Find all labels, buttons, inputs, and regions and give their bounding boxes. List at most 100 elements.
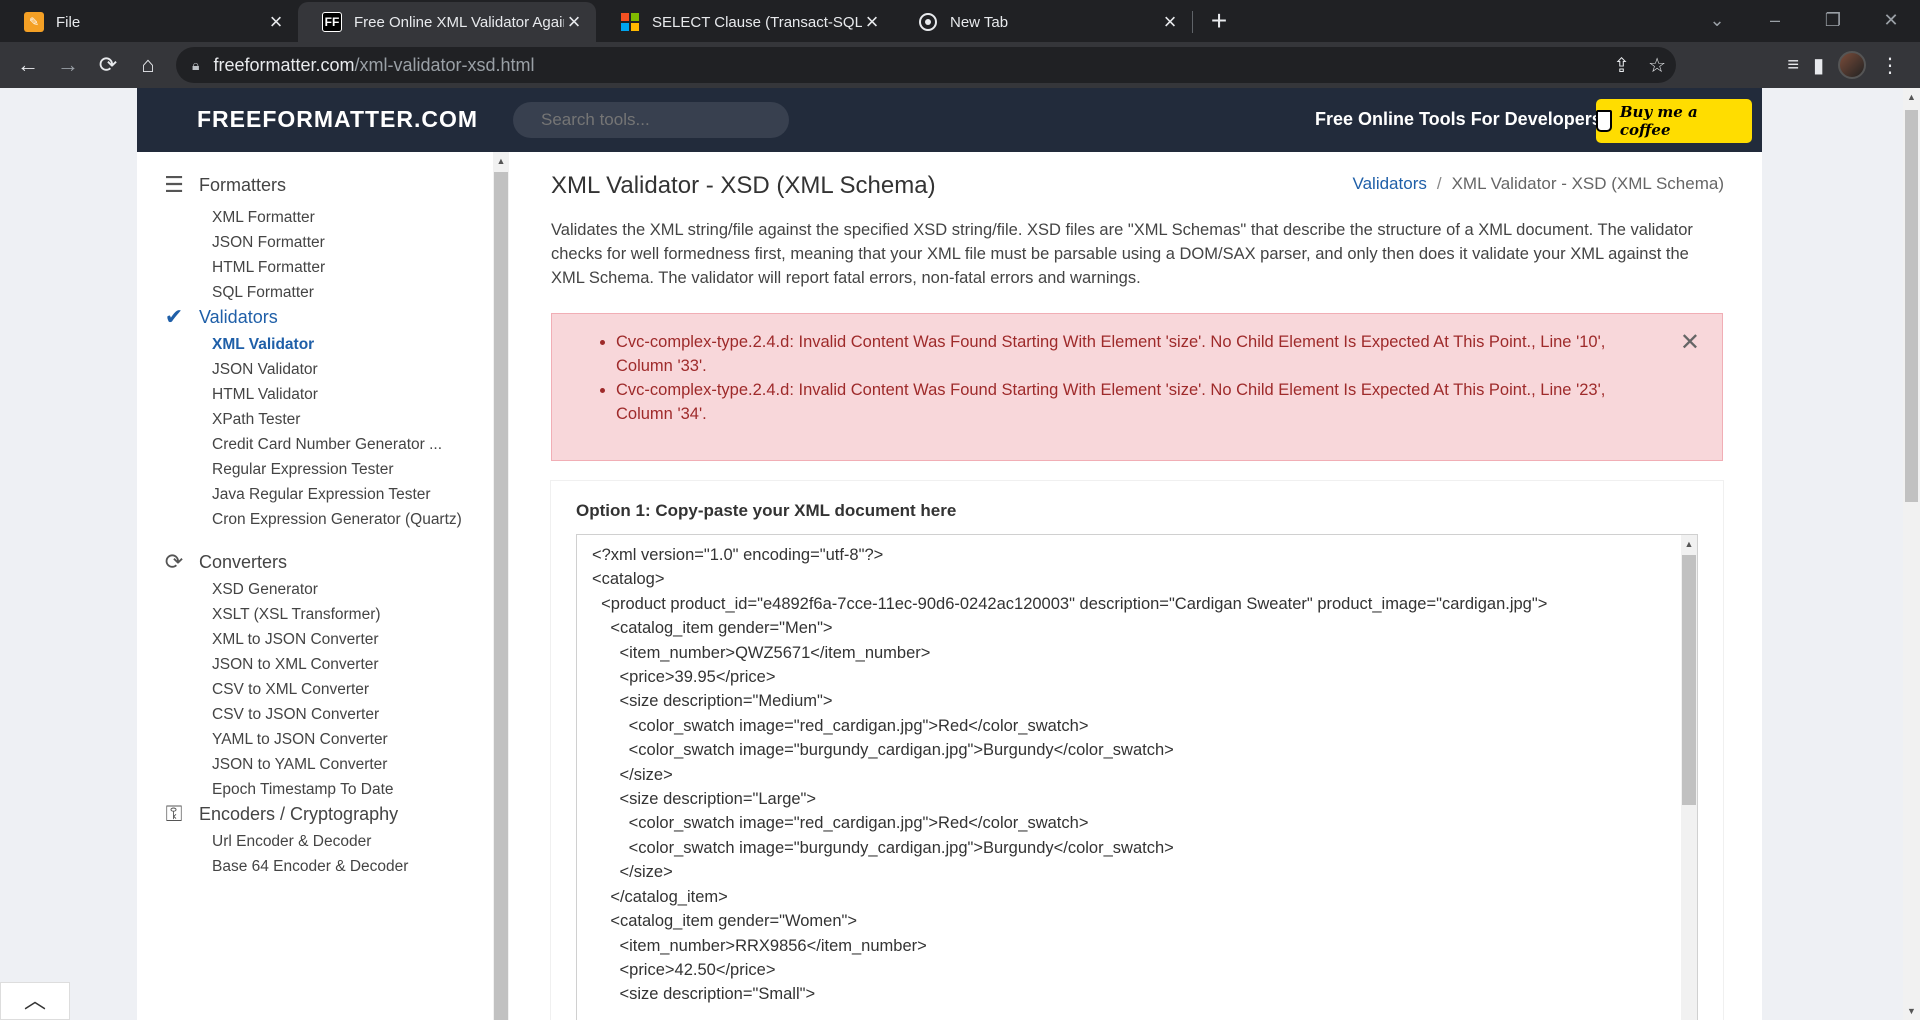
sidebar-section-encoders[interactable]: ⚿ Encoders / Cryptography: [161, 801, 398, 827]
error-message: Cvc-complex-type.2.4.d: Invalid Content …: [616, 330, 1626, 378]
sidebar-item-credit-card-generator[interactable]: Credit Card Number Generator ...: [212, 434, 442, 456]
sidebar-item-url-encoder[interactable]: Url Encoder & Decoder: [212, 831, 371, 853]
toolbar-right: ≡ ▮ ⋮: [1787, 45, 1900, 85]
sidebar-item-html-formatter[interactable]: HTML Formatter: [212, 257, 325, 279]
sidebar-item-xsd-generator[interactable]: XSD Generator: [212, 579, 318, 601]
sidebar-item-csv-to-xml[interactable]: CSV to XML Converter: [212, 679, 369, 701]
xml-input-textarea[interactable]: <?xml version="1.0" encoding="utf-8"?> <…: [576, 534, 1698, 1020]
browser-tab-new-tab[interactable]: New Tab ×: [894, 2, 1192, 42]
sync-icon: ⟳: [164, 549, 184, 574]
list-indent-icon: ☰: [164, 172, 184, 197]
scrollbar-thumb[interactable]: [1682, 555, 1696, 805]
sidebar-item-xpath-tester[interactable]: XPath Tester: [212, 409, 300, 431]
site-header: FREEFORMATTER.COM Free Online Tools For …: [137, 88, 1762, 152]
browser-tab-select-clause[interactable]: SELECT Clause (Transact-SQL) - SQL ×: [596, 2, 894, 42]
url-host: freeformatter.com: [213, 54, 355, 75]
address-bar[interactable]: 🔒︎ freeformatter.com/xml-validator-xsd.h…: [176, 47, 1676, 83]
page-description: Validates the XML string/file against th…: [551, 221, 1693, 287]
sidebar-item-xml-validator[interactable]: XML Validator: [212, 334, 314, 356]
sidebar-item-json-formatter[interactable]: JSON Formatter: [212, 232, 325, 254]
sidebar-section-formatters[interactable]: ☰ Formatters: [161, 172, 286, 198]
key-icon: ⚿: [165, 801, 183, 826]
sidebar-item-xslt[interactable]: XSLT (XSL Transformer): [212, 604, 381, 626]
page-scrollbar[interactable]: ▲ ▼: [1903, 88, 1920, 1020]
validation-error-alert: Cvc-complex-type.2.4.d: Invalid Content …: [551, 313, 1723, 461]
sidebar-item-sql-formatter[interactable]: SQL Formatter: [212, 282, 314, 304]
chrome-icon: [918, 12, 938, 32]
breadcrumb: Validators / XML Validator - XSD (XML Sche…: [1353, 174, 1724, 194]
sidebar-item-java-regex-tester[interactable]: Java Regular Expression Tester: [212, 484, 431, 506]
browser-tab-strip: ✎ File × FF Free Online XML Validator Ag…: [0, 0, 1920, 42]
close-icon[interactable]: ×: [1160, 11, 1180, 33]
sidebar-item-yaml-to-json[interactable]: YAML to JSON Converter: [212, 729, 388, 751]
scroll-up-arrow-icon[interactable]: ▲: [493, 156, 509, 166]
close-icon[interactable]: ×: [564, 11, 584, 33]
scrollbar-thumb[interactable]: [494, 172, 508, 1020]
omnibox-actions: ⇪ ☆: [1613, 53, 1666, 78]
sidebar-item-base64-encoder[interactable]: Base 64 Encoder & Decoder: [212, 856, 408, 878]
page-viewport: FREEFORMATTER.COM Free Online Tools For …: [0, 88, 1920, 1020]
sidebar-scrollbar[interactable]: ▲: [493, 152, 509, 1020]
back-button[interactable]: ←: [8, 45, 48, 85]
site-tagline: Free Online Tools For Developers: [1315, 109, 1602, 129]
option1-panel: Option 1: Copy-paste your XML document h…: [551, 481, 1723, 1020]
window-controls: ⌄ – ❐ ✕: [1688, 0, 1920, 40]
close-icon[interactable]: ×: [862, 11, 882, 33]
sidebar-item-json-to-yaml[interactable]: JSON to YAML Converter: [212, 754, 387, 776]
sidebar-item-html-validator[interactable]: HTML Validator: [212, 384, 318, 406]
restore-button[interactable]: ❐: [1804, 0, 1862, 40]
sidebar-section-converters[interactable]: ⟳ Converters: [161, 549, 287, 575]
scroll-up-arrow-icon[interactable]: ▲: [1681, 539, 1697, 549]
browser-tab-xml-validator[interactable]: FF Free Online XML Validator Against XSD…: [298, 2, 596, 42]
profile-avatar[interactable]: [1838, 51, 1866, 79]
tab-search-icon[interactable]: ⌄: [1688, 0, 1746, 40]
sidebar-item-epoch-timestamp[interactable]: Epoch Timestamp To Date: [212, 779, 394, 801]
search-input[interactable]: [513, 102, 789, 138]
scroll-up-arrow-icon[interactable]: ▲: [1903, 92, 1920, 102]
breadcrumb-validators-link[interactable]: Validators: [1353, 174, 1427, 193]
scroll-down-arrow-icon[interactable]: ▼: [1903, 1006, 1920, 1016]
site-container: FREEFORMATTER.COM Free Online Tools For …: [137, 88, 1762, 1020]
forward-button[interactable]: →: [48, 45, 88, 85]
side-panel-icon[interactable]: ▮: [1813, 53, 1824, 78]
breadcrumb-separator: /: [1436, 174, 1442, 193]
new-tab-button[interactable]: +: [1201, 4, 1237, 40]
chevron-up-icon: ︿: [23, 988, 46, 1013]
sidebar-section-validators[interactable]: ✔ Validators: [161, 304, 278, 330]
url-path: /xml-validator-xsd.html: [354, 54, 535, 75]
minimize-button[interactable]: –: [1746, 0, 1804, 40]
option1-label: Option 1: Copy-paste your XML document h…: [576, 501, 957, 520]
tab-title: New Tab: [950, 13, 1009, 31]
menu-kebab-icon[interactable]: ⋮: [1880, 53, 1900, 78]
microsoft-icon: [620, 12, 640, 32]
close-icon[interactable]: ×: [266, 11, 286, 33]
sidebar-item-regex-tester[interactable]: Regular Expression Tester: [212, 459, 394, 481]
lock-icon[interactable]: 🔒︎: [192, 57, 199, 74]
ff-logo-icon: FF: [322, 12, 342, 32]
sidebar-item-cron-generator[interactable]: Cron Expression Generator (Quartz): [212, 509, 462, 531]
reload-button[interactable]: ⟳: [88, 45, 128, 85]
tab-title: File: [56, 13, 81, 31]
scroll-to-top-button[interactable]: ︿: [0, 982, 70, 1020]
close-window-button[interactable]: ✕: [1862, 0, 1920, 40]
scrollbar-thumb[interactable]: [1905, 110, 1918, 502]
error-list: Cvc-complex-type.2.4.d: Invalid Content …: [616, 330, 1626, 426]
sidebar-item-csv-to-json[interactable]: CSV to JSON Converter: [212, 704, 379, 726]
media-control-icon[interactable]: ≡: [1787, 54, 1799, 77]
home-button[interactable]: ⌂: [128, 45, 168, 85]
xml-code[interactable]: <?xml version="1.0" encoding="utf-8"?> <…: [592, 543, 1547, 1007]
sidebar-item-xml-formatter[interactable]: XML Formatter: [212, 207, 315, 229]
share-icon[interactable]: ⇪: [1613, 53, 1630, 78]
bookmark-star-icon[interactable]: ☆: [1648, 53, 1666, 78]
sidebar-item-xml-to-json[interactable]: XML to JSON Converter: [212, 629, 379, 651]
page-title: XML Validator - XSD (XML Schema): [551, 172, 936, 199]
section-label: Encoders / Cryptography: [199, 803, 399, 824]
sidebar-item-json-validator[interactable]: JSON Validator: [212, 359, 318, 381]
buy-me-a-coffee-button[interactable]: Buy me a coffee: [1596, 99, 1752, 143]
close-alert-icon[interactable]: ✕: [1680, 328, 1700, 357]
error-message: Cvc-complex-type.2.4.d: Invalid Content …: [616, 378, 1626, 426]
browser-tab-file[interactable]: ✎ File ×: [0, 2, 298, 42]
editor-scrollbar[interactable]: ▲: [1681, 535, 1697, 1020]
sidebar-item-json-to-xml[interactable]: JSON to XML Converter: [212, 654, 379, 676]
site-logo[interactable]: FREEFORMATTER.COM: [197, 106, 478, 133]
